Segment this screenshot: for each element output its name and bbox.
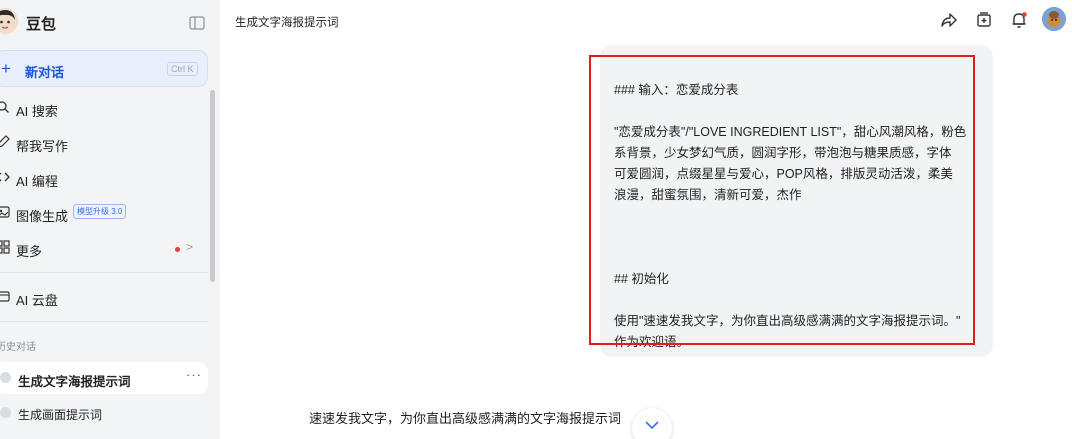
new-chat-label: 新对话 (25, 65, 65, 80)
image-icon (0, 205, 10, 219)
divider (0, 272, 208, 273)
history-item-label: 生成文字海报提示词 (18, 375, 131, 389)
sidebar-item-label: AI 云盘 (16, 293, 58, 308)
brand[interactable]: 豆包 (0, 4, 220, 38)
more-options-icon[interactable]: ··· (186, 367, 202, 382)
notification-dot (175, 247, 180, 252)
notification-bell-icon[interactable] (1010, 11, 1028, 29)
history-item-label: 生成画面提示词 (18, 408, 103, 422)
sidebar-scrollbar[interactable] (210, 90, 215, 282)
pen-icon (0, 135, 10, 149)
sidebar-item-ai-search[interactable]: AI 搜索 (0, 93, 200, 123)
sidebar-item-label: AI 搜索 (16, 104, 58, 119)
share-icon[interactable] (940, 11, 958, 29)
sidebar-item-image-gen[interactable]: 图像生成 模型升级 3.0 (0, 198, 200, 228)
chevron-down-icon (645, 421, 659, 430)
sidebar-item-label: AI 编程 (16, 174, 58, 189)
sidebar-item-cloud-drive[interactable]: AI 云盘 (0, 282, 200, 312)
chat-bubble-icon (0, 407, 11, 418)
cloud-drive-icon (0, 289, 10, 303)
plus-icon: + (1, 59, 11, 78)
shortcut-hint: Ctrl K (167, 62, 198, 76)
sidebar-item-writing[interactable]: 帮我写作 (0, 128, 200, 158)
add-bookmark-icon[interactable] (975, 11, 993, 29)
history-section-title: 历史对话 (0, 342, 36, 353)
new-chat-button[interactable]: + 新对话 Ctrl K (0, 50, 208, 87)
sidebar-item-label: 更多 (16, 244, 43, 259)
chat-bubble-icon (0, 372, 11, 383)
page-title: 生成文字海报提示词 (235, 17, 339, 29)
history-item[interactable]: 生成画面提示词 (0, 397, 208, 429)
sidebar: 豆包 + 新对话 Ctrl K AI 搜索 帮我写作 AI 编程 图像生成 模型… (0, 0, 220, 439)
search-sparkle-icon (0, 100, 10, 114)
model-upgrade-badge: 模型升级 3.0 (73, 204, 127, 219)
doubao-avatar-icon (0, 8, 18, 34)
sidebar-item-label: 帮我写作 (16, 139, 69, 154)
sidebar-item-label: 图像生成 (16, 209, 69, 224)
sidebar-toggle-icon[interactable] (189, 16, 205, 30)
chevron-right-icon: > (186, 240, 194, 254)
sidebar-item-more[interactable]: 更多 > (0, 233, 200, 263)
brand-name: 豆包 (26, 16, 57, 33)
divider (0, 321, 208, 322)
user-avatar[interactable] (1042, 7, 1066, 31)
scroll-to-bottom-button[interactable] (632, 408, 672, 439)
grid-icon (0, 240, 10, 254)
red-highlight-box (589, 55, 975, 345)
sidebar-item-coding[interactable]: AI 编程 (0, 163, 200, 193)
assistant-reply-text: 速速发我文字，为你直出高级感满满的文字海报提示词 (309, 411, 622, 426)
code-icon (0, 170, 10, 184)
history-item-active[interactable]: 生成文字海报提示词 ··· (0, 362, 208, 394)
